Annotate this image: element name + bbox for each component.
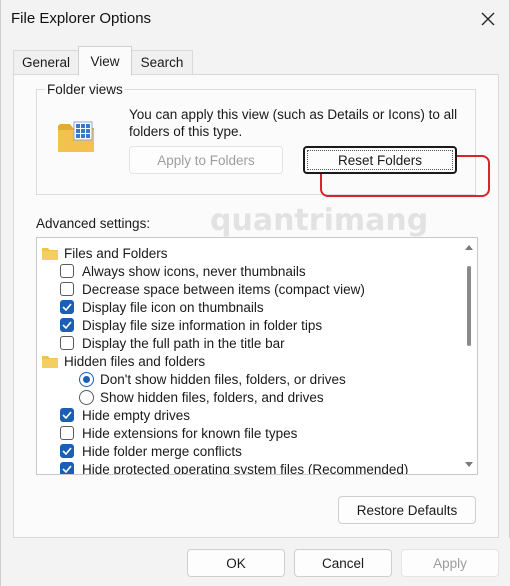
scroll-up-button[interactable]: [464, 242, 474, 252]
scroll-down-button[interactable]: [464, 460, 474, 470]
tree-item-label: Hide protected operating system files (R…: [82, 461, 409, 475]
tree-item-label: Hidden files and folders: [64, 353, 206, 369]
radio-unselected-icon[interactable]: [79, 389, 94, 405]
setting-checkbox-hide-empty-drives[interactable]: Hide empty drives: [60, 406, 190, 424]
title-bar[interactable]: File Explorer Options: [1, 0, 509, 40]
checkbox-unchecked-icon[interactable]: [60, 426, 74, 440]
checkmark-icon: [62, 303, 72, 311]
restore-defaults-button[interactable]: Restore Defaults: [338, 496, 476, 524]
apply-to-folders-label: Apply to Folders: [157, 152, 255, 168]
apply-label: Apply: [433, 555, 467, 571]
apply-button[interactable]: Apply: [401, 549, 499, 577]
folder-views-group: Folder views You can apply this view (su…: [36, 82, 490, 197]
checkbox-unchecked-icon[interactable]: [60, 264, 74, 278]
focus-rectangle: [307, 150, 453, 170]
tab-search-label: Search: [140, 55, 184, 70]
apply-to-folders-button[interactable]: Apply to Folders: [129, 146, 283, 174]
tree-item-label: Display file icon on thumbnails: [82, 299, 264, 315]
folder-views-description: You can apply this view (such as Details…: [129, 107, 458, 139]
tree-folder-hidden-files-and-folders: Hidden files and folders: [42, 352, 205, 370]
close-icon: [481, 12, 495, 26]
restore-defaults-label: Restore Defaults: [356, 502, 458, 518]
checkbox-checked-icon[interactable]: [60, 408, 74, 422]
scroll-up-icon: [465, 245, 473, 250]
setting-checkbox-decrease-space-between-items-compact-view[interactable]: Decrease space between items (compact vi…: [60, 280, 365, 298]
checkmark-icon: [62, 447, 72, 455]
scroll-down-icon: [465, 462, 473, 467]
tree-item-label: Show hidden files, folders, and drives: [100, 389, 324, 405]
radio-dot: [83, 375, 90, 383]
cancel-label: Cancel: [321, 555, 365, 571]
tab-general[interactable]: General: [13, 50, 79, 74]
file-explorer-options-window: File Explorer Options General View Searc…: [0, 0, 510, 586]
scroll-thumb[interactable]: [467, 266, 471, 346]
checkbox-checked-icon[interactable]: [60, 300, 74, 314]
tree-item-label: Decrease space between items (compact vi…: [82, 281, 365, 297]
advanced-settings-label: Advanced settings:: [36, 216, 151, 231]
tree-folder-files-and-folders: Files and Folders: [42, 244, 168, 262]
folder-icon: [42, 247, 58, 260]
ok-label: OK: [226, 555, 246, 571]
reset-folders-button[interactable]: Reset Folders: [303, 146, 457, 174]
setting-checkbox-display-file-size-information-in-folder-tips[interactable]: Display file size information in folder …: [60, 316, 322, 334]
setting-checkbox-display-file-icon-on-thumbnails[interactable]: Display file icon on thumbnails: [60, 298, 264, 316]
tree-item-label: Don't show hidden files, folders, or dri…: [100, 371, 346, 387]
ok-button[interactable]: OK: [187, 549, 285, 577]
setting-checkbox-display-the-full-path-in-the-title-bar[interactable]: Display the full path in the title bar: [60, 334, 285, 352]
tree-item-label: Hide folder merge conflicts: [82, 443, 242, 459]
advanced-settings-list[interactable]: Files and Folders Always show icons, neve…: [36, 237, 478, 475]
checkmark-icon: [62, 321, 72, 329]
checkbox-checked-icon[interactable]: [60, 462, 74, 474]
tree-item-label: Display file size information in folder …: [82, 317, 323, 333]
close-button[interactable]: [477, 8, 499, 30]
checkbox-unchecked-icon[interactable]: [60, 336, 74, 350]
setting-radio-show-hidden-files-folders-and-drives[interactable]: Show hidden files, folders, and drives: [79, 388, 324, 406]
setting-radio-don-t-show-hidden-files-folders-or-drives[interactable]: Don't show hidden files, folders, or dri…: [79, 370, 346, 388]
tree-item-label: Display the full path in the title bar: [82, 335, 285, 351]
checkbox-unchecked-icon[interactable]: [60, 282, 74, 296]
window-title: File Explorer Options: [11, 10, 152, 27]
setting-checkbox-hide-folder-merge-conflicts[interactable]: Hide folder merge conflicts: [60, 442, 242, 460]
tree-item-label: Always show icons, never thumbnails: [82, 263, 306, 279]
tab-search[interactable]: Search: [131, 50, 193, 74]
checkmark-icon: [62, 465, 72, 473]
tree-item-label: Hide empty drives: [82, 407, 191, 423]
checkbox-checked-icon[interactable]: [60, 318, 74, 332]
setting-checkbox-hide-extensions-for-known-file-types[interactable]: Hide extensions for known file types: [60, 424, 297, 442]
folder-views-legend: Folder views: [45, 82, 125, 97]
tree-item-label: Files and Folders: [64, 245, 168, 261]
dialog-footer: OK Cancel Apply: [1, 538, 510, 586]
cancel-button[interactable]: Cancel: [294, 549, 392, 577]
tab-view-label: View: [90, 53, 120, 69]
setting-checkbox-hide-protected-operating-system-files-recommended[interactable]: Hide protected operating system files (R…: [60, 460, 409, 475]
view-tab-panel: Folder views You can apply this view (su…: [13, 74, 499, 538]
checkmark-icon: [62, 411, 72, 419]
watermark-text: quantrimang: [210, 203, 429, 238]
tab-view[interactable]: View: [78, 46, 132, 76]
setting-checkbox-always-show-icons-never-thumbnails[interactable]: Always show icons, never thumbnails: [60, 262, 306, 280]
checkbox-checked-icon[interactable]: [60, 444, 74, 458]
radio-selected-icon[interactable]: [79, 371, 94, 387]
tree-item-label: Hide extensions for known file types: [82, 425, 298, 441]
tab-general-label: General: [21, 55, 71, 70]
folder-icon: [42, 355, 58, 368]
folder-view-icon: [58, 121, 94, 152]
advanced-settings-scrollbar[interactable]: [461, 238, 477, 474]
